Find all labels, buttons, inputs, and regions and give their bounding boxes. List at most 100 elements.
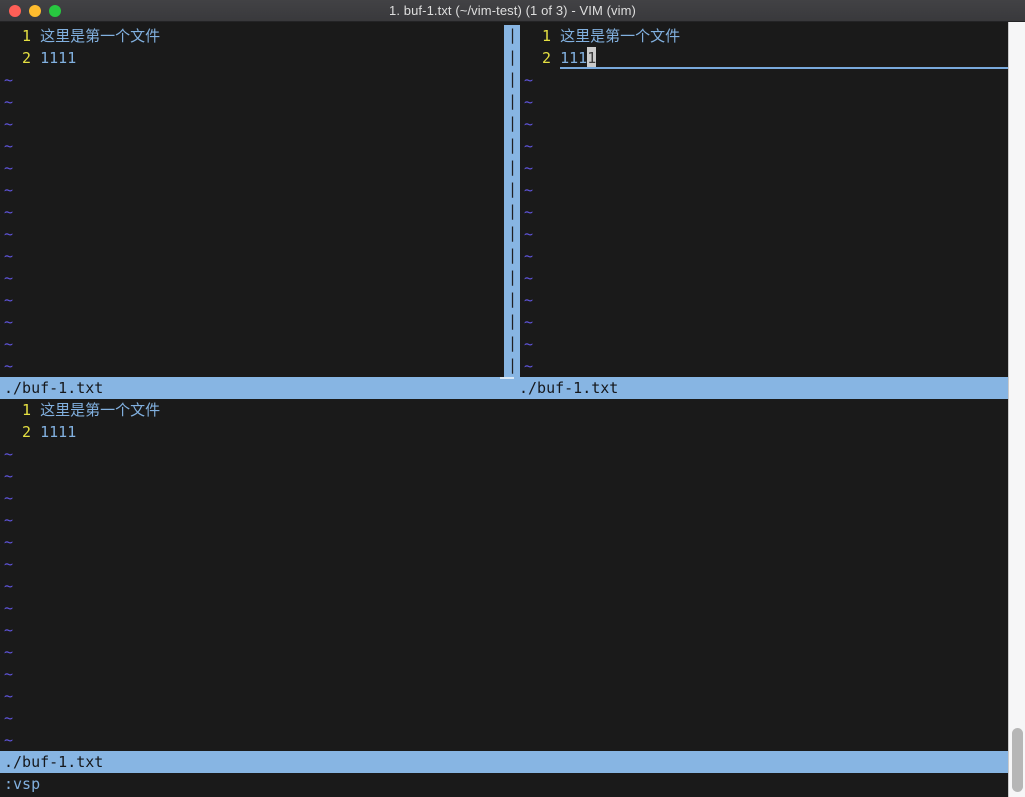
buffer-text: 1111 (40, 421, 76, 443)
vertical-split-separator[interactable]: |||||||||||||||| (504, 25, 520, 377)
separator-bar-glyph: | (504, 25, 520, 47)
tilde-marker: ~ (4, 179, 13, 201)
tilde-marker: ~ (4, 729, 13, 751)
tilde-line: ~ (0, 619, 1008, 641)
tilde-marker: ~ (4, 267, 13, 289)
tilde-marker: ~ (524, 355, 533, 377)
tilde-line: ~ (0, 179, 504, 201)
statusline-filename-top-left: ./buf-1.txt (4, 377, 519, 399)
tilde-line: ~ (520, 113, 1008, 135)
tilde-line: ~ (0, 157, 504, 179)
tilde-line: ~ (0, 553, 1008, 575)
statusline-filename-top-right: ./buf-1.txt (519, 377, 618, 399)
separator-bar-glyph: | (504, 245, 520, 267)
scrollbar-thumb[interactable] (1012, 728, 1023, 792)
statusline-top[interactable]: ./buf-1.txt ./buf-1.txt (0, 377, 1008, 399)
separator-bar-glyph: | (504, 47, 520, 69)
separator-bar-glyph: | (504, 69, 520, 91)
tilde-line: ~ (520, 355, 1008, 377)
tilde-marker: ~ (524, 311, 533, 333)
tilde-line: ~ (0, 267, 504, 289)
tilde-marker: ~ (4, 509, 13, 531)
tilde-line: ~ (520, 223, 1008, 245)
buffer-line: 1 这里是第一个文件 (0, 25, 504, 47)
separator-bar-glyph: | (504, 135, 520, 157)
separator-bar-glyph: | (504, 179, 520, 201)
tilde-marker: ~ (4, 333, 13, 355)
separator-bar-glyph: | (504, 311, 520, 333)
tilde-line: ~ (0, 575, 1008, 597)
tilde-marker: ~ (4, 553, 13, 575)
command-line[interactable]: :vsp (0, 773, 1008, 795)
tilde-line: ~ (0, 201, 504, 223)
buffer-line: 1 这里是第一个文件 (520, 25, 1008, 47)
window-top-right[interactable]: 1 这里是第一个文件 2 1111~~~~~~~~~~~~~~ (520, 25, 1008, 377)
tilde-marker: ~ (4, 619, 13, 641)
tilde-line: ~ (520, 201, 1008, 223)
window-bottom[interactable]: 1 这里是第一个文件 2 1111~~~~~~~~~~~~~~ (0, 399, 1008, 751)
minimize-button[interactable] (29, 5, 41, 17)
statusline-filename-bottom: ./buf-1.txt (4, 751, 103, 773)
tilde-marker: ~ (524, 201, 533, 223)
statusline-bottom[interactable]: ./buf-1.txt (0, 751, 1008, 773)
tilde-marker: ~ (4, 443, 13, 465)
tilde-marker: ~ (4, 575, 13, 597)
buffer-text: 111 (560, 47, 587, 67)
tilde-marker: ~ (4, 91, 13, 113)
window-titlebar[interactable]: 1. buf-1.txt (~/vim-test) (1 of 3) - VIM… (0, 0, 1025, 22)
tilde-marker: ~ (4, 487, 13, 509)
buffer-text: 这里是第一个文件 (40, 399, 160, 421)
tilde-marker: ~ (4, 135, 13, 157)
line-number: 2 (4, 421, 40, 443)
tilde-marker: ~ (4, 201, 13, 223)
tilde-line: ~ (0, 113, 504, 135)
tilde-line: ~ (0, 509, 1008, 531)
separator-bar-glyph: | (504, 201, 520, 223)
maximize-button[interactable] (49, 5, 61, 17)
tilde-marker: ~ (524, 333, 533, 355)
window-top-left[interactable]: 1 这里是第一个文件 2 1111~~~~~~~~~~~~~~ (0, 25, 504, 377)
separator-bar-glyph: | (504, 289, 520, 311)
tilde-marker: ~ (4, 157, 13, 179)
tilde-line: ~ (520, 333, 1008, 355)
tilde-marker: ~ (524, 135, 533, 157)
tilde-line: ~ (0, 245, 504, 267)
buffer-text: 1111 (40, 47, 76, 69)
line-number: 2 (4, 47, 40, 69)
tilde-marker: ~ (4, 69, 13, 91)
window-title: 1. buf-1.txt (~/vim-test) (1 of 3) - VIM… (389, 3, 636, 18)
tilde-marker: ~ (524, 245, 533, 267)
tilde-marker: ~ (4, 223, 13, 245)
buffer-text: 这里是第一个文件 (40, 25, 160, 47)
tilde-line: ~ (0, 223, 504, 245)
separator-bar-glyph: | (504, 355, 520, 377)
buffer-line: 2 1111 (520, 47, 1008, 69)
separator-bar-glyph: | (504, 333, 520, 355)
separator-bar-glyph: | (504, 113, 520, 135)
tilde-marker: ~ (4, 707, 13, 729)
separator-notch (500, 377, 514, 379)
tilde-line: ~ (0, 685, 1008, 707)
tilde-line: ~ (0, 663, 1008, 685)
tilde-line: ~ (520, 311, 1008, 333)
separator-bar-glyph: | (504, 223, 520, 245)
buffer-text: 这里是第一个文件 (560, 25, 680, 47)
tilde-line: ~ (0, 729, 1008, 751)
tilde-marker: ~ (4, 113, 13, 135)
scrollbar-track[interactable] (1008, 22, 1025, 797)
tilde-line: ~ (0, 641, 1008, 663)
vim-editor: 1 这里是第一个文件 2 1111~~~~~~~~~~~~~~ ||||||||… (0, 25, 1008, 795)
tilde-line: ~ (0, 91, 504, 113)
tilde-marker: ~ (524, 113, 533, 135)
tilde-line: ~ (520, 267, 1008, 289)
tilde-line: ~ (0, 289, 504, 311)
tilde-line: ~ (520, 179, 1008, 201)
line-number: 1 (4, 25, 40, 47)
tilde-marker: ~ (4, 531, 13, 553)
tilde-line: ~ (0, 465, 1008, 487)
separator-bar-glyph: | (504, 267, 520, 289)
tilde-line: ~ (0, 333, 504, 355)
tilde-marker: ~ (4, 597, 13, 619)
close-button[interactable] (9, 5, 21, 17)
tilde-marker: ~ (4, 355, 13, 377)
